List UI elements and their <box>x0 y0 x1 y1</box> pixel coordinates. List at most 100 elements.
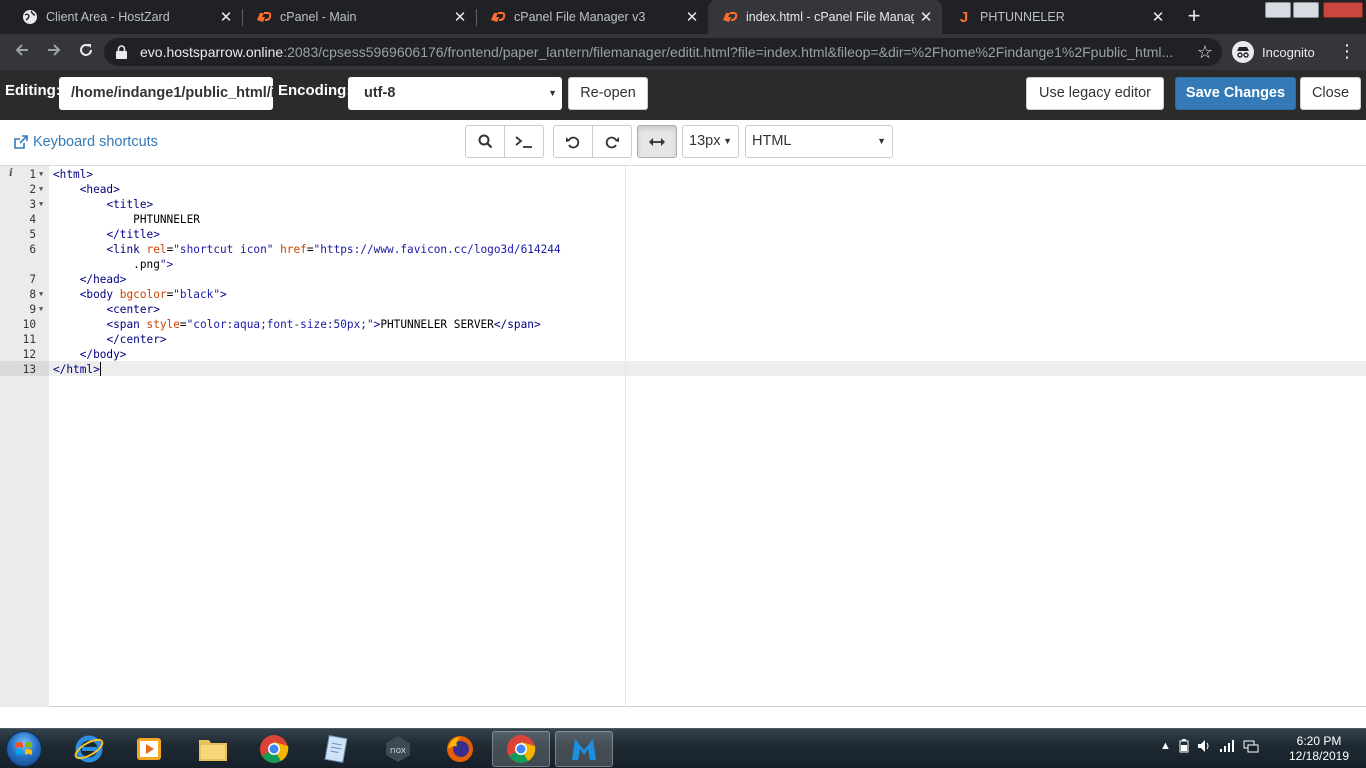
svg-text:nox: nox <box>390 746 407 756</box>
maximize-button[interactable] <box>1290 0 1322 20</box>
keyboard-shortcuts-label: Keyboard shortcuts <box>33 134 158 150</box>
redo-icon <box>605 136 619 148</box>
code-line[interactable]: 7 </head> <box>0 272 700 287</box>
nox-icon[interactable]: nox <box>369 731 427 767</box>
fold-arrow-icon[interactable]: ▼ <box>39 182 43 197</box>
close-icon[interactable]: ✕ <box>680 8 704 26</box>
malwarebytes-icon[interactable] <box>555 731 613 767</box>
forward-button[interactable] <box>40 38 68 66</box>
close-icon[interactable]: ✕ <box>214 8 238 26</box>
windows-logo-icon <box>16 742 32 755</box>
code-line[interactable]: 9 ▼ <center> <box>0 302 700 317</box>
fold-arrow-icon[interactable]: ▼ <box>39 302 43 317</box>
browser-toolbar: evo.hostsparrow.online :2083/cpsess59696… <box>0 34 1366 70</box>
wrap-toggle-button[interactable] <box>637 125 677 158</box>
code-line[interactable]: .png"> <box>0 257 700 272</box>
language-mode-value: HTML <box>752 133 792 149</box>
firefox-icon[interactable] <box>431 731 489 767</box>
undo-button[interactable] <box>553 125 593 158</box>
url-host: evo.hostsparrow.online <box>140 44 284 60</box>
chrome-icon[interactable] <box>492 731 550 767</box>
line-number: 12 <box>22 348 36 361</box>
more-menu-icon[interactable]: ⋮ <box>1338 42 1356 60</box>
tab-cpanel-main[interactable]: cPanel - Main ✕ <box>242 0 477 34</box>
tab-title: PHTUNNELER <box>980 10 1065 24</box>
fold-arrow-icon[interactable]: ▼ <box>39 167 43 182</box>
tab-file-manager[interactable]: cPanel File Manager v3 ✕ <box>476 0 708 34</box>
close-button[interactable]: Close <box>1300 77 1361 110</box>
close-icon[interactable]: ✕ <box>1146 8 1170 26</box>
legacy-editor-button[interactable]: Use legacy editor <box>1026 77 1164 110</box>
tab-phtunneler[interactable]: J PHTUNNELER ✕ <box>942 0 1174 34</box>
code-text: <head> <box>79 183 120 196</box>
font-size-select[interactable]: 13px ▼ <box>682 125 739 158</box>
file-path-field[interactable]: /home/indange1/public_html/index.html <box>59 77 273 110</box>
code-line[interactable]: 13 </html> <box>0 362 700 377</box>
editor-toolbar: Keyboard shortcuts 13px ▼ HTML ▼ <box>0 120 1366 166</box>
incognito-indicator[interactable]: Incognito <box>1232 38 1315 66</box>
line-number: 4 <box>29 213 36 226</box>
goto-line-button[interactable] <box>504 125 544 158</box>
line-number: 5 <box>29 228 36 241</box>
volume-icon <box>1197 740 1209 752</box>
code-line[interactable]: 1 ▼ <html> <box>0 167 700 182</box>
code-line[interactable]: 11 </center> <box>0 332 700 347</box>
code-text: </html> <box>53 362 101 376</box>
save-changes-button[interactable]: Save Changes <box>1175 77 1296 110</box>
encoding-value: utf-8 <box>364 85 396 101</box>
keyboard-shortcuts-link[interactable]: Keyboard shortcuts <box>13 134 158 150</box>
code-line[interactable]: 12 </body> <box>0 347 700 362</box>
back-arrow-icon <box>15 44 28 56</box>
fold-arrow-icon[interactable]: ▼ <box>39 287 43 302</box>
address-bar[interactable]: evo.hostsparrow.online :2083/cpsess59696… <box>104 38 1222 66</box>
code-text: <link rel="shortcut icon" href="https://… <box>106 243 561 256</box>
internet-explorer-icon[interactable] <box>60 731 118 767</box>
line-number: 7 <box>29 273 36 286</box>
file-explorer-icon[interactable] <box>184 731 242 767</box>
line-number: 6 <box>29 243 36 256</box>
back-button[interactable] <box>8 38 36 66</box>
code-line[interactable]: 8 ▼ <body bgcolor="black"> <box>0 287 700 302</box>
bookmark-star-icon[interactable]: ☆ <box>1192 42 1218 63</box>
notepad-icon[interactable] <box>307 731 365 767</box>
code-line[interactable]: 3 ▼ <title> <box>0 197 700 212</box>
code-text: </body> <box>79 348 127 361</box>
code-text: PHTUNNELER <box>133 213 200 226</box>
chrome-icon[interactable] <box>245 731 303 767</box>
code-line[interactable]: 5 </title> <box>0 227 700 242</box>
reopen-button[interactable]: Re-open <box>568 77 648 110</box>
tab-title: cPanel - Main <box>280 10 357 24</box>
code-text: <title> <box>106 198 154 211</box>
code-line[interactable]: 10 <span style="color:aqua;font-size:50p… <box>0 317 700 332</box>
code-line[interactable]: 6 <link rel="shortcut icon" href="https:… <box>0 242 700 257</box>
fold-arrow-icon[interactable]: ▼ <box>39 197 43 212</box>
line-number: 10 <box>22 318 36 331</box>
redo-button[interactable] <box>592 125 632 158</box>
tab-index-html[interactable]: index.html - cPanel File Manager ✕ <box>708 0 942 34</box>
encoding-select[interactable]: utf-8 ▼ <box>348 77 562 110</box>
clock-date: 12/18/2019 <box>1288 749 1350 763</box>
new-tab-button[interactable]: + <box>1180 4 1208 30</box>
search-button[interactable] <box>465 125 505 158</box>
signal-icon <box>1219 740 1234 752</box>
code-line[interactable]: 4 PHTUNNELER <box>0 212 700 227</box>
close-window-button[interactable] <box>1322 0 1364 20</box>
j-icon: J <box>959 8 969 26</box>
editing-label: Editing: <box>5 82 61 99</box>
media-player-icon[interactable] <box>120 731 178 767</box>
cpanel-icon <box>256 9 272 25</box>
close-icon[interactable]: ✕ <box>914 8 938 26</box>
search-icon <box>478 134 492 149</box>
tab-client-area[interactable]: Client Area - HostZard ✕ <box>8 0 243 34</box>
start-button[interactable] <box>6 731 42 767</box>
system-tray: ▲ <box>1160 739 1259 753</box>
system-clock[interactable]: 6:20 PM 12/18/2019 <box>1284 734 1354 764</box>
line-number: 3 <box>29 198 36 211</box>
language-mode-select[interactable]: HTML ▼ <box>745 125 893 158</box>
show-hidden-icons-icon[interactable]: ▲ <box>1160 740 1171 752</box>
code-editor[interactable]: i 1 ▼ <html> 2 ▼ <head> 3 ▼ <title> 4 PHTUNNELE… <box>0 166 1366 707</box>
reload-icon <box>80 44 92 56</box>
reload-button[interactable] <box>72 38 100 66</box>
code-line[interactable]: 2 ▼ <head> <box>0 182 700 197</box>
close-icon[interactable]: ✕ <box>448 8 472 26</box>
